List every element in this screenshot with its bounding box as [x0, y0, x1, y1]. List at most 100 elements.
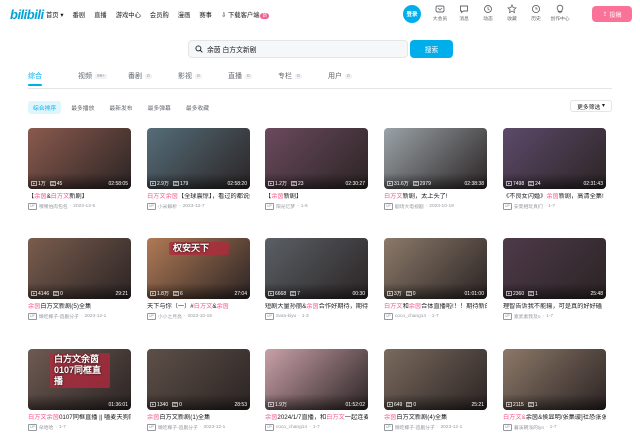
tab-user[interactable]: 用户 0	[328, 71, 378, 81]
nav-home[interactable]: 首页 ▾	[46, 10, 64, 19]
video-thumbnail[interactable]: 6668 7 00:30	[265, 238, 368, 299]
video-title[interactable]: 余茵白方文新剧(1)全集	[147, 414, 250, 422]
video-title[interactable]: 余茵白方文新剧(4)全集	[384, 414, 487, 422]
video-thumbnail[interactable]: 4146 0 29:21	[28, 238, 131, 299]
play-count-icon	[506, 291, 513, 297]
nav-manga[interactable]: 漫画	[178, 10, 191, 19]
video-thumbnail[interactable]: 31.6万 2979 02:38:38	[384, 128, 487, 189]
video-meta: UP 懒吃椰子-追剧分子 · 2023-12-1	[28, 313, 131, 320]
nav-mall[interactable]: 会员购	[150, 10, 169, 19]
video-card[interactable]: 1340 0 28:53 余茵白方文新剧(1)全集 UP 懒吃椰子-追剧分子 · 2023-1…	[147, 349, 250, 431]
dynamic-entry[interactable]: 动态	[476, 4, 500, 22]
uploader-name[interactable]: 暮溪朝浅的lyn	[514, 424, 544, 431]
more-filters-button[interactable]: 更多筛选 ▾	[570, 100, 612, 112]
video-thumbnail[interactable]: 7498 24 02:31:43	[503, 128, 606, 189]
filter-comprehensive[interactable]: 综合排序	[28, 101, 62, 114]
uploader-icon: UP	[28, 424, 37, 431]
video-card[interactable]: 1.9万 01:52:02 余茵2024/1/7直播，和白方文一起连麦，太快乐了简直…	[265, 349, 368, 431]
video-title[interactable]: 白方文新剧，太上头了!	[384, 193, 487, 201]
history-entry[interactable]: 历史	[524, 4, 548, 22]
publish-date: 1-7	[549, 425, 557, 430]
uploader-name[interactable]: 懒吃椰子-追剧分子	[395, 424, 435, 431]
tab-all[interactable]: 综合	[28, 71, 78, 81]
nav-anime[interactable]: 番剧	[73, 10, 86, 19]
video-thumbnail[interactable]: 2360 1 25:48	[503, 238, 606, 299]
video-title[interactable]: 【余茵新剧】	[265, 193, 368, 201]
video-card[interactable]: 3万0 01:01:00 白方文和余茵合体直播啦!！！期待新的戏中，期待。2024/…	[384, 238, 487, 320]
video-thumbnail[interactable]: 白方文余茵 0107同框直播 01:36:01	[28, 349, 131, 410]
nav-download[interactable]: ⇩ 下载客户端新	[221, 10, 269, 19]
search-button[interactable]: 搜索	[410, 40, 453, 58]
video-thumbnail[interactable]: 2.9万 179 02:58:20	[147, 128, 250, 189]
uploader-name[interactable]: 懒吃椰子-追剧分子	[158, 424, 198, 431]
video-thumbnail[interactable]: 1.9万 01:52:02	[265, 349, 368, 410]
video-title[interactable]: 理智告诉我不能输，可是真的好好磕	[503, 303, 606, 311]
video-card[interactable]: 31.6万 2979 02:38:38 白方文新剧，太上头了! UP 剧场大电视剧 · 202…	[384, 128, 487, 210]
uploader-name[interactable]: coco_chang14	[276, 425, 307, 430]
tab-video[interactable]: 视频 99+	[78, 71, 128, 81]
uploader-icon: UP	[265, 313, 274, 320]
nav-game-center[interactable]: 游戏中心	[116, 10, 141, 19]
video-card[interactable]: 权安天下 1.8万 6 27:04 天下与你（一）#白方文&余茵 UP 小小之月亮 · 2023…	[147, 238, 250, 320]
video-title[interactable]: 天下与你（一）#白方文&余茵	[147, 303, 250, 311]
video-card[interactable]: 2360 1 25:48 理智告诉我不能输，可是真的好好磕 UP 素武素我及o · 1-7	[503, 238, 606, 320]
login-button[interactable]: 登录	[403, 5, 421, 23]
nav-live[interactable]: 直播	[94, 10, 107, 19]
publish-date: 1-7	[548, 204, 556, 209]
video-card[interactable]: 649 0 25:21 余茵白方文新剧(4)全集 UP 懒吃椰子-追剧分子 · 2023-12…	[384, 349, 487, 431]
video-thumbnail[interactable]: 649 0 25:21	[384, 349, 487, 410]
filter-most-played[interactable]: 最多播放	[66, 101, 99, 114]
uploader-name[interactable]: coco_chang14	[395, 314, 426, 319]
filter-most-favorites[interactable]: 最多收藏	[181, 101, 214, 114]
video-title[interactable]: 白方文余茵【全球震惊】，看过的都说好，上头推荐!	[147, 193, 250, 201]
video-title[interactable]: 余茵2024/1/7直播，和白方文一起连麦，太快乐了简直!	[265, 414, 368, 422]
video-title[interactable]: 《不良女闪婚》余茵新剧，高清全集!	[503, 193, 606, 201]
video-card[interactable]: 1.2万 23 02:30:27 【余茵新剧】 UP 阳光忆梦 · 1-6	[265, 128, 368, 210]
favorites-entry[interactable]: 收藏	[500, 4, 524, 22]
tab-bangumi[interactable]: 番剧 0	[128, 71, 178, 81]
search-input[interactable]: 余茵 白方文新剧	[188, 40, 408, 58]
upload-button[interactable]: ⇪ 投稿	[592, 6, 632, 22]
uploader-name[interactable]: 小米解析	[158, 203, 177, 210]
video-title[interactable]: 【余茵&白方文新剧】	[28, 193, 131, 201]
uploader-name[interactable]: Sara-kiyu	[276, 314, 296, 319]
uploader-name[interactable]: 安夏相玩真们	[514, 203, 543, 210]
video-card[interactable]: 1万 45 02:58:05 【余茵&白方文新剧】 UP 嘿嘿怕肉包包 · 2023-12-5	[28, 128, 131, 210]
search-icon	[195, 45, 203, 53]
video-card[interactable]: 2.9万179 02:58:20 白方文余茵【全球震惊】，看过的都说好，上头推荐! U…	[147, 128, 250, 210]
vip-entry[interactable]: 大会员	[428, 4, 452, 22]
uploader-name[interactable]: 剧场大电视剧	[395, 203, 424, 210]
video-card[interactable]: 4146 0 29:21 余茵白方文新剧(5)全集 UP 懒吃椰子-追剧分子 · 2023-1…	[28, 238, 131, 320]
video-stats: 2360 1	[506, 291, 538, 297]
video-thumbnail[interactable]: 1.2万 23 02:30:27	[265, 128, 368, 189]
video-title[interactable]: 短剧大量孙丽&余茵合作好期待，期待新的大戏吗	[265, 303, 368, 311]
video-title[interactable]: 白方文&余茵&侯显明/张集璇]社恐张张	[503, 414, 606, 422]
nav-esports[interactable]: 赛事	[199, 10, 212, 19]
video-card[interactable]: 白方文余茵 0107同框直播 01:36:01 白方文余茵0107同框直播 || 嗑…	[28, 349, 131, 431]
video-title[interactable]: 白方文和余茵合体直播啦!！！期待新的戏中，期待。2024/1/7	[384, 303, 487, 311]
uploader-name[interactable]: 嘿嘿怕肉包包	[39, 203, 68, 210]
video-title[interactable]: 余茵白方文新剧(5)全集	[28, 303, 131, 311]
video-card[interactable]: 2115 1 白方文&余茵&侯显明/张集璇]社恐张张 UP 暮溪朝浅的lyn · 1-7	[503, 349, 606, 431]
video-thumbnail[interactable]: 2115 1	[503, 349, 606, 410]
video-thumbnail[interactable]: 1340 0 28:53	[147, 349, 250, 410]
creator-center-entry[interactable]: 创作中心	[548, 4, 572, 22]
video-thumbnail[interactable]: 权安天下 1.8万 6 27:04	[147, 238, 250, 299]
uploader-name[interactable]: 懒吃椰子-追剧分子	[39, 313, 79, 320]
bilibili-logo[interactable]: bilibili	[10, 7, 44, 22]
uploader-name[interactable]: 小小之月亮	[158, 313, 182, 320]
tab-live[interactable]: 直播 0	[228, 71, 278, 81]
tab-article[interactable]: 专栏 0	[278, 71, 328, 81]
video-thumbnail[interactable]: 1万 45 02:58:05	[28, 128, 131, 189]
video-card[interactable]: 7498 24 02:31:43 《不良女闪婚》余茵新剧，高清全集! UP 安夏相玩真们 ·…	[503, 128, 606, 210]
video-thumbnail[interactable]: 3万 0 01:01:00	[384, 238, 487, 299]
uploader-name[interactable]: 朵哈哈	[39, 424, 53, 431]
message-entry[interactable]: 消息	[452, 4, 476, 22]
video-card[interactable]: 6668 7 00:30 短剧大量孙丽&余茵合作好期待，期待新的大戏吗 UPSara-k…	[265, 238, 368, 320]
filter-most-danmaku[interactable]: 最多弹幕	[143, 101, 176, 114]
uploader-name[interactable]: 素武素我及o	[514, 313, 541, 320]
video-title[interactable]: 白方文余茵0107同框直播 || 嗑麦天狗同框，又来了	[28, 414, 131, 422]
uploader-name[interactable]: 阳光忆梦	[276, 203, 295, 210]
tab-film[interactable]: 影视 0	[178, 71, 228, 81]
filter-newest[interactable]: 最新发布	[104, 101, 137, 114]
